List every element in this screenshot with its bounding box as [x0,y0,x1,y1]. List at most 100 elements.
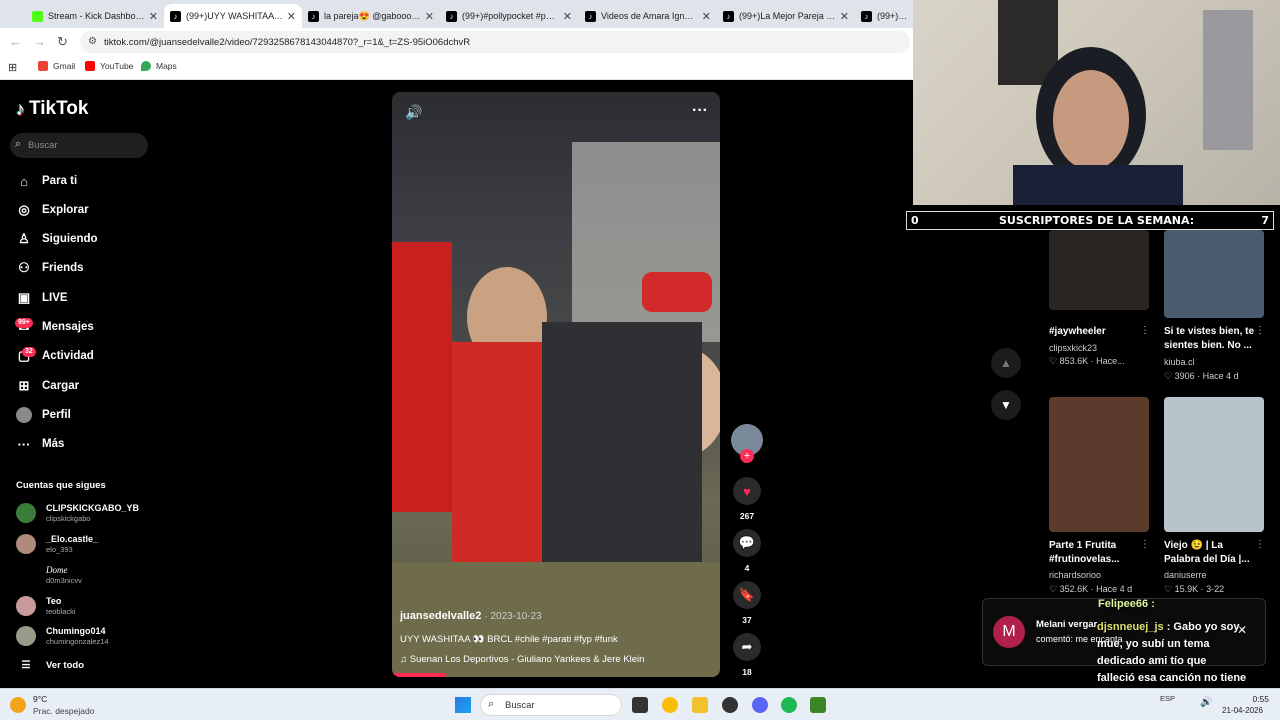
recommended-thumbnail[interactable] [1164,397,1264,532]
video-username[interactable]: juansedelvalle2 [400,610,481,622]
browser-tab[interactable]: ♪ la pareja😍 @gabooom! ✕ [302,4,440,28]
compass-icon: ◎ [18,202,30,217]
nav-explorar[interactable]: ◎ Explorar [16,202,89,218]
recommended-title[interactable]: Si te vistes bien, te sientes bien. No .… [1164,325,1260,353]
avatar [16,565,36,585]
nav-label: Explorar [42,204,89,216]
recommended-title[interactable]: Parte 1 Frutita #frutinovelas... [1049,539,1145,567]
follow-plus-icon[interactable]: + [740,449,754,463]
recommended-title[interactable]: #jaywheeler [1049,325,1145,339]
close-icon[interactable]: ✕ [563,10,572,23]
video-player[interactable]: 🔊 ··· juansedelvalle2 · 2023-10-23 UYY W… [392,92,720,677]
recommended-thumbnail[interactable] [1164,230,1264,318]
followed-account[interactable]: _Elo.castle_ elo_393 [16,534,98,554]
more-options-icon[interactable]: ··· [692,102,708,120]
nav-para-ti[interactable]: ⌂ Para ti [16,173,77,189]
volume-icon[interactable]: 🔊 [405,104,422,121]
back-icon[interactable]: ← [9,34,22,49]
close-icon[interactable]: ✕ [287,10,296,23]
reload-icon[interactable]: ↻ [57,34,68,50]
nav-cargar[interactable]: ⊞ Cargar [16,378,80,394]
followed-account[interactable]: Dome d0m3nicvv [16,565,82,585]
clock-date[interactable]: 21-04-2026 [1222,706,1263,715]
recommended-thumbnail[interactable] [1049,230,1149,310]
task-view-icon[interactable] [632,697,648,713]
followed-account[interactable]: CLIPSKICKGABO_YB clipskickgabo [16,503,139,523]
url-bar[interactable]: ⚙ tiktok.com/@juansedelvalle2/video/7293… [80,31,910,53]
discord-icon[interactable] [752,697,768,713]
nav-label: Para ti [42,175,78,187]
bookmark-youtube[interactable]: YouTube [85,61,133,71]
browser-tab[interactable]: Stream - Kick Dashboard ✕ [26,4,164,28]
youtube-icon [85,61,95,71]
account-name: CLIPSKICKGABO_YB [46,503,140,513]
close-icon[interactable]: ✕ [149,10,158,23]
close-icon[interactable]: ✕ [702,10,711,23]
account-handle: d0m3nicvv [46,576,82,585]
more-icon[interactable]: ⋮ [1255,325,1265,336]
weather-icon[interactable] [10,697,26,713]
video-music[interactable]: ♫ Suenan Los Deportivos - Giuliano Yanke… [400,654,644,665]
minecraft-icon[interactable] [810,697,826,713]
avatar [16,626,36,646]
share-button[interactable]: ➦ [733,633,761,661]
home-icon: ⌂ [20,173,28,189]
like-button[interactable]: ♥ [733,477,761,505]
next-video-button[interactable]: ▼ [991,390,1021,420]
nav-perfil[interactable]: Perfil [16,407,71,423]
nav-label: Siguiendo [42,233,98,245]
followed-account[interactable]: Teo teoblacki [16,596,76,616]
nav-mas[interactable]: ··· Más [16,436,65,452]
more-icon[interactable]: ⋮ [1140,325,1150,336]
bookmark-gmail[interactable]: Gmail [38,61,75,71]
recommended-user[interactable]: kiuba.cl [1164,357,1195,367]
windows-start-icon[interactable] [455,697,471,713]
search-icon: ⌕ [15,138,22,150]
see-all-link[interactable]: ☰ Ver todo [16,660,85,671]
nav-live[interactable]: ▣ LIVE [16,290,68,306]
messages-badge: 99+ [15,318,33,328]
save-button[interactable]: 🔖 [733,581,761,609]
search-input[interactable]: ⌕ Buscar [10,133,148,158]
recommended-title[interactable]: Viejo 😉 | La Palabra del Día |... [1164,539,1260,567]
close-icon[interactable]: ✕ [425,10,434,23]
followed-account[interactable]: Chumingo014 chumingonzalez14 [16,626,109,646]
nav-friends[interactable]: ⚇ Friends [16,260,83,276]
recommended-user[interactable]: clipsxkick23 [1049,343,1097,353]
browser-tab[interactable]: ♪ (99+)Stre [855,4,915,28]
volume-icon[interactable]: 🔊 [1200,697,1212,708]
comment-button[interactable]: 💬 [733,529,761,557]
chrome-icon[interactable] [662,697,678,713]
recommended-age: Hace... [1096,356,1125,366]
spotify-icon[interactable] [781,697,797,713]
recommended-age: Hace 4 d [1096,584,1133,594]
browser-tab[interactable]: ♪ (99+)#pollypocket #parat ✕ [440,4,578,28]
previous-video-button[interactable]: ▲ [991,348,1021,378]
obs-icon[interactable] [722,697,738,713]
file-explorer-icon[interactable] [692,697,708,713]
following-title: Cuentas que sigues [16,480,106,491]
browser-tab[interactable]: ♪ (99+)La Mejor Pareja del ✕ [717,4,855,28]
close-icon[interactable]: ✕ [840,10,849,23]
tiktok-logo[interactable]: ♪ TikTok [16,98,88,120]
language-indicator[interactable]: ESP [1160,694,1175,703]
recommended-user[interactable]: richardsorioo [1049,570,1101,580]
browser-tab-active[interactable]: ♪ (99+)UYY WASHITAA 👀 #c ✕ [164,4,302,28]
heart-icon: ♥ [743,483,751,499]
recommended-user[interactable]: daniuserre [1164,570,1207,580]
nav-siguiendo[interactable]: ♙ Siguiendo [16,231,98,247]
clock-time[interactable]: 0:55 [1245,694,1269,704]
apps-grid-icon[interactable]: ⊞ [8,61,17,74]
taskbar-search[interactable]: ⌕ Buscar [480,694,622,716]
forward-icon[interactable]: → [33,34,46,49]
browser-tab[interactable]: ♪ Videos de Amara Ignacia ✕ [579,4,717,28]
more-icon[interactable]: ⋮ [1255,539,1265,550]
more-icon[interactable]: ⋮ [1140,539,1150,550]
site-info-icon[interactable]: ⚙ [88,36,97,47]
notification-name: Melani vergar [1036,619,1098,630]
recommended-thumbnail[interactable] [1049,397,1149,532]
video-author[interactable]: juansedelvalle2 · 2023-10-23 [400,610,542,622]
bookmark-maps[interactable]: Maps [141,61,177,71]
bookmark-label: Gmail [53,61,76,71]
heart-outline-icon: ♡ [1049,584,1060,594]
